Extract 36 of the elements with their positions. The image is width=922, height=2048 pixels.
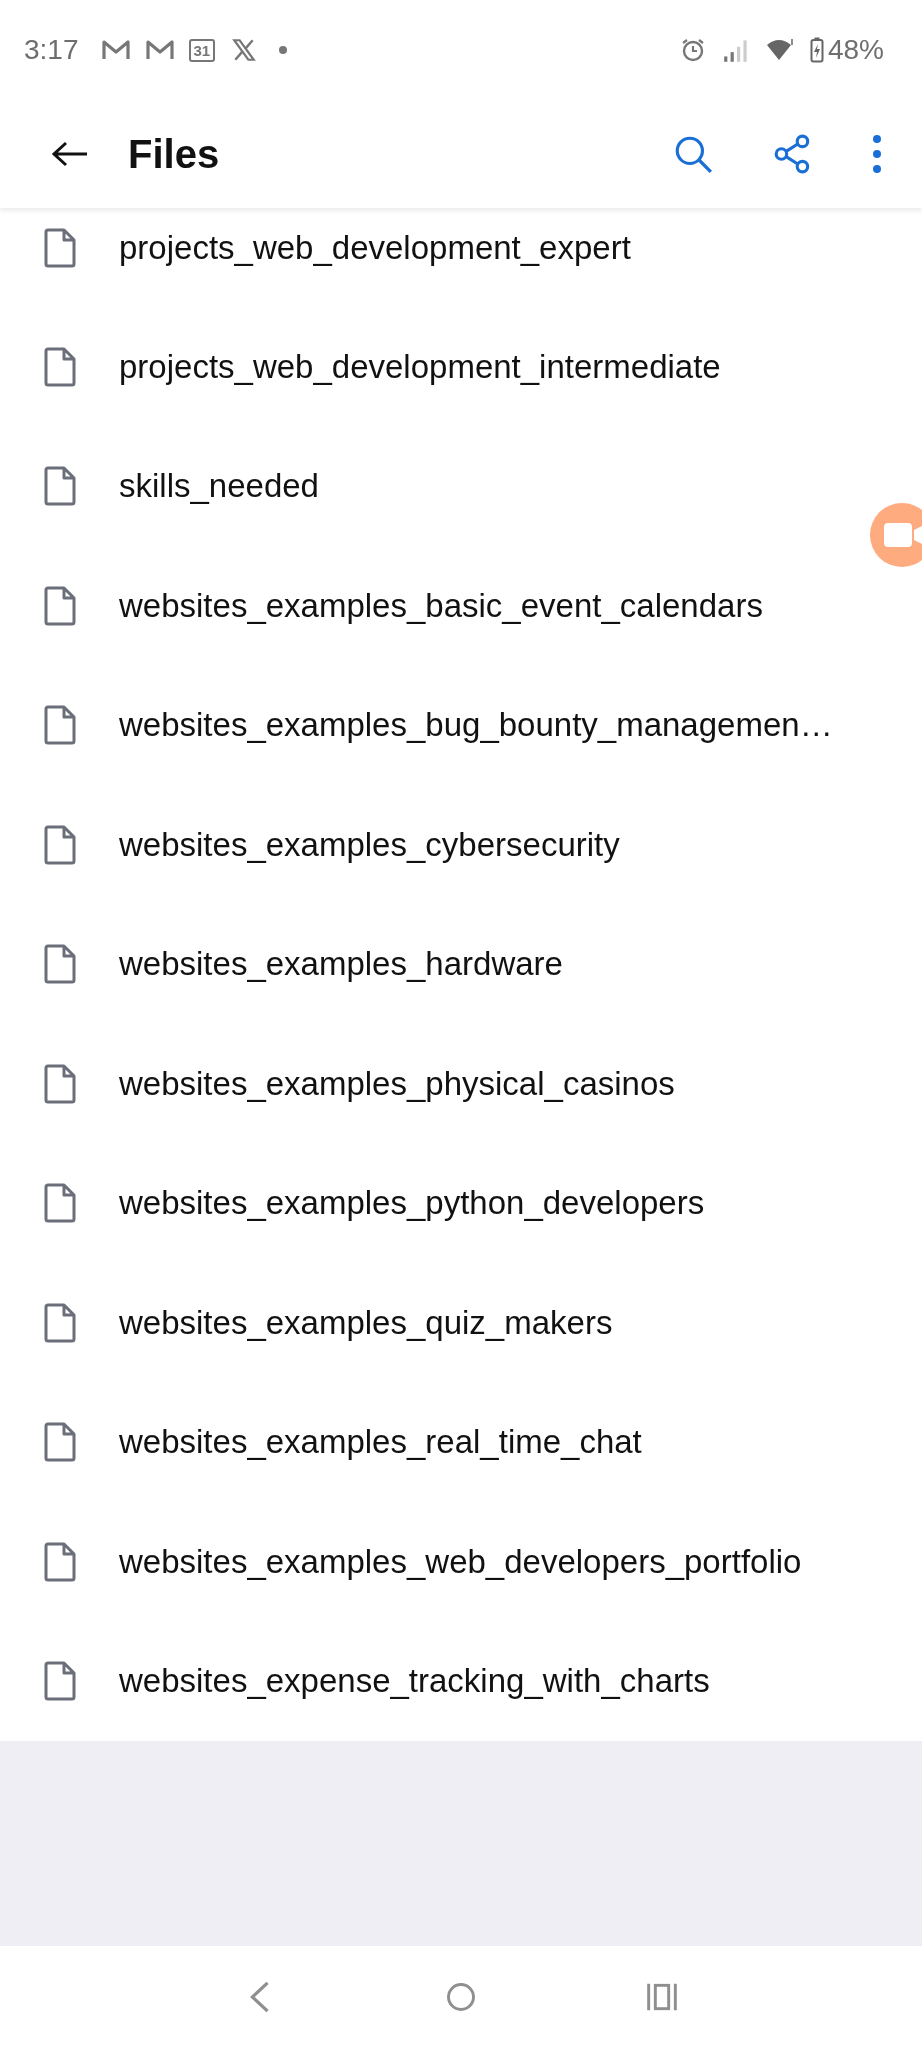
file-icon (43, 585, 77, 626)
video-camera-icon (884, 521, 922, 549)
file-icon (43, 1661, 77, 1702)
file-item[interactable]: skills_needed (0, 426, 922, 546)
file-item[interactable]: websites_examples_basic_event_calendars (0, 546, 922, 666)
file-item[interactable]: websites_examples_web_developers_portfolio (0, 1502, 922, 1622)
file-item[interactable]: websites_examples_python_developers (0, 1143, 922, 1263)
file-icon (43, 705, 77, 746)
file-item[interactable]: websites_examples_hardware (0, 904, 922, 1024)
status-time: 3:17 (24, 34, 79, 66)
calendar-icon: 31 (188, 38, 216, 62)
battery-icon (809, 37, 824, 63)
file-icon (43, 346, 77, 387)
file-icon (43, 466, 77, 507)
file-icon (43, 824, 77, 865)
battery-percent: 48% (827, 34, 884, 66)
file-item[interactable]: projects_web_development_intermediate (0, 307, 922, 427)
file-item[interactable]: websites_examples_bug_bounty_managemen… (0, 665, 922, 785)
file-item[interactable]: websites_examples_real_time_chat (0, 1382, 922, 1502)
file-item[interactable]: websites_examples_cybersecurity (0, 785, 922, 905)
file-icon (43, 1541, 77, 1582)
more-options-icon (872, 132, 882, 176)
file-icon (43, 1183, 77, 1224)
file-icon (43, 1422, 77, 1463)
file-item[interactable]: websites_examples_physical_casinos (0, 1024, 922, 1144)
file-item[interactable]: websites_examples_quiz_makers (0, 1263, 922, 1383)
file-item[interactable]: projects_web_development_expert (0, 208, 922, 307)
file-icon (43, 1063, 77, 1104)
file-icon (43, 944, 77, 985)
file-icon (43, 1302, 77, 1343)
app-title: Files (128, 131, 220, 177)
home-nav-icon[interactable] (446, 1980, 476, 2014)
dot-icon (279, 46, 288, 54)
file-icon (43, 227, 77, 268)
file-item[interactable]: websites_expense_tracking_with_charts (0, 1621, 922, 1741)
back-arrow-icon (50, 139, 90, 169)
